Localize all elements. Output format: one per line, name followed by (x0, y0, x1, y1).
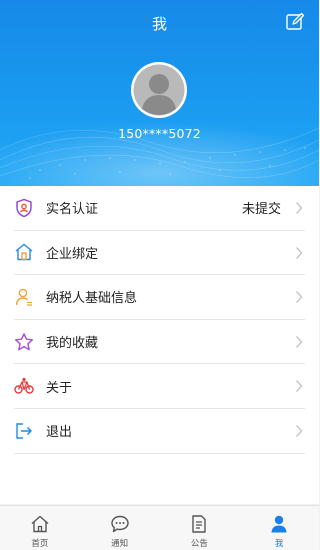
tab-label: 首页 (31, 539, 49, 549)
edit-button[interactable] (285, 12, 305, 32)
menu-item-taxpayer-info[interactable]: 纳税人基础信息 (14, 275, 305, 320)
menu-item-label: 关于 (46, 380, 73, 396)
tax-person-icon (14, 287, 34, 307)
star-icon (14, 332, 34, 352)
document-icon (192, 515, 207, 533)
avatar[interactable] (131, 62, 187, 118)
home-icon (31, 515, 49, 533)
menu-item-real-name[interactable]: 实名认证 未提交 (14, 186, 305, 231)
chevron-right-icon (296, 291, 303, 304)
menu-item-label: 退出 (46, 425, 73, 441)
logout-icon (14, 421, 34, 441)
chevron-right-icon (296, 425, 303, 437)
menu-item-logout[interactable]: 退出 (14, 409, 305, 454)
menu-item-favorites[interactable]: 我的收藏 (14, 320, 305, 365)
page-title: 我 (151, 15, 167, 33)
menu-item-enterprise-binding[interactable]: 企业绑定 (14, 231, 305, 276)
bottom-tab-bar: 首页 通知 公告 我 (0, 505, 319, 550)
menu-item-label: 企业绑定 (46, 246, 99, 262)
real-name-status: 未提交 (241, 202, 281, 218)
bicycle-icon (14, 376, 34, 396)
edit-icon (286, 12, 305, 30)
profile-header: 我 150****5072 (0, 0, 319, 186)
menu-item-label: 我的收藏 (46, 336, 99, 352)
tab-announcements[interactable]: 公告 (160, 506, 240, 550)
default-avatar-icon (133, 64, 185, 116)
chevron-right-icon (296, 202, 303, 214)
phone-number: 150****5072 (118, 126, 201, 141)
tab-label: 通知 (111, 539, 129, 549)
menu-item-label: 实名认证 (46, 202, 99, 218)
tab-label: 公告 (190, 539, 208, 549)
profile-menu: 实名认证 未提交 企业绑定 纳税人基础信息 我的收藏 关于 退出 (0, 186, 319, 504)
tab-label: 我 (274, 539, 284, 549)
menu-item-label: 纳税人基础信息 (46, 291, 138, 307)
shield-user-icon (14, 198, 34, 218)
chevron-right-icon (296, 246, 303, 259)
tab-me[interactable]: 我 (239, 506, 319, 550)
chevron-right-icon (296, 335, 303, 348)
menu-item-about[interactable]: 关于 (14, 364, 305, 409)
tab-home[interactable]: 首页 (0, 506, 80, 550)
tab-notifications[interactable]: 通知 (80, 506, 160, 550)
chevron-right-icon (296, 380, 303, 393)
chat-icon (110, 515, 129, 533)
building-icon (14, 242, 34, 262)
person-icon (271, 515, 287, 533)
